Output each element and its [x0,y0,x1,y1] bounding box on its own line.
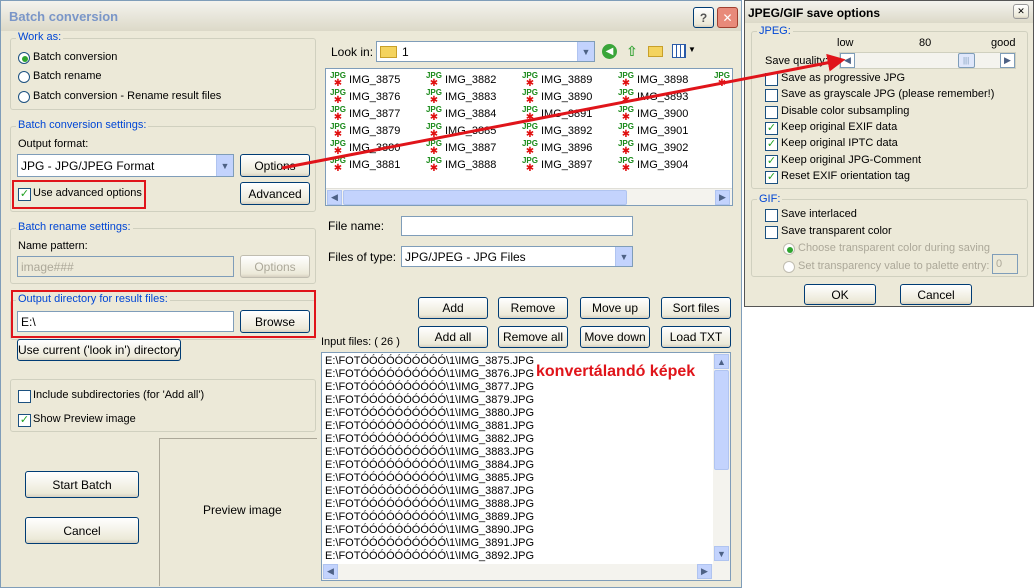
annotation-arrow [281,53,846,170]
